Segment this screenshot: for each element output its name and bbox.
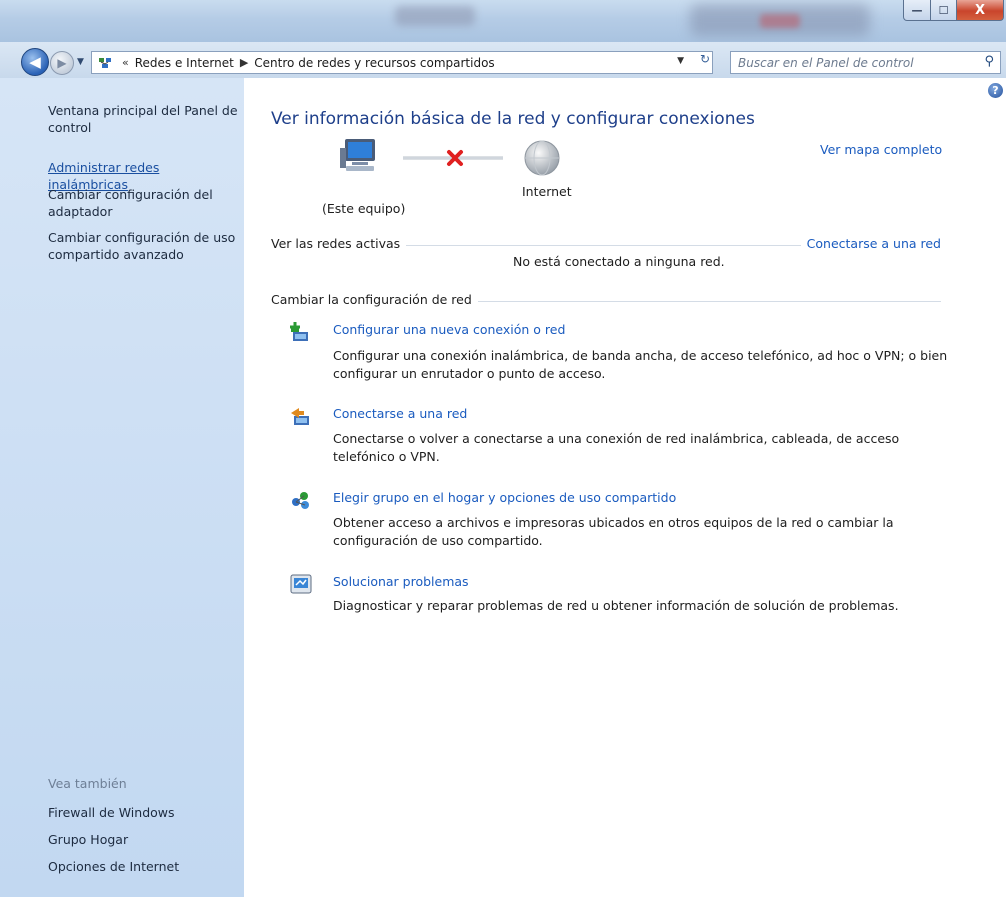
task-troubleshoot-description: Diagnosticar y reparar problemas de red … — [333, 598, 899, 613]
task-new-connection-link[interactable]: Configurar una nueva conexión o red — [333, 322, 565, 337]
close-button[interactable]: X — [956, 0, 1004, 21]
overflow-icon[interactable]: « — [122, 56, 129, 69]
active-networks-section: Ver las redes activas Conectarse a una r… — [271, 236, 941, 254]
sidebar-item-control-panel-home[interactable]: Ventana principal del Panel de control — [48, 102, 240, 136]
new-connection-icon — [290, 322, 308, 341]
page-title: Ver información básica de la red y confi… — [271, 109, 755, 129]
sidebar-item-firewall[interactable]: Firewall de Windows — [48, 804, 240, 821]
minimize-button[interactable]: — — [903, 0, 931, 21]
search-placeholder: Buscar en el Panel de control — [738, 55, 914, 70]
back-button[interactable]: ◀ — [21, 48, 49, 76]
network-icon — [98, 56, 112, 70]
address-bar[interactable]: « Redes e Internet ▶ Centro de redes y r… — [91, 51, 713, 74]
recent-pages-dropdown[interactable]: ▼ — [77, 57, 84, 67]
search-icon[interactable]: ⚲ — [984, 54, 994, 69]
help-icon[interactable]: ? — [988, 83, 1003, 98]
task-homegroup-link[interactable]: Elegir grupo en el hogar y opciones de u… — [333, 490, 676, 505]
title-bar-blur — [760, 14, 800, 28]
search-input[interactable]: Buscar en el Panel de control ⚲ — [730, 51, 1001, 74]
task-troubleshoot-link[interactable]: Solucionar problemas — [333, 574, 469, 589]
title-bar-blur — [395, 6, 475, 26]
sidebar: Ventana principal del Panel de control A… — [0, 78, 244, 897]
computer-icon[interactable] — [340, 138, 380, 174]
change-settings-heading: Cambiar la configuración de red — [271, 292, 478, 307]
sidebar-item-internet-options[interactable]: Opciones de Internet — [48, 858, 240, 875]
sidebar-item-adapter-settings[interactable]: Cambiar configuración del adaptador — [48, 186, 240, 220]
breadcrumb-centro-redes[interactable]: Centro de redes y recursos compartidos — [254, 56, 494, 70]
homegroup-icon — [292, 492, 309, 509]
divider — [401, 245, 811, 246]
task-new-connection-description: Configurar una conexión inalámbrica, de … — [333, 348, 948, 381]
forward-button[interactable]: ▶ — [50, 51, 74, 75]
sidebar-item-homegroup[interactable]: Grupo Hogar — [48, 831, 240, 848]
breadcrumb-redes-internet[interactable]: Redes e Internet — [135, 56, 234, 70]
chevron-down-icon[interactable]: ▼ — [677, 56, 684, 66]
connect-network-icon — [291, 408, 309, 425]
no-connection-status: No está conectado a ninguna red. — [513, 254, 725, 269]
active-networks-heading: Ver las redes activas — [271, 236, 407, 251]
connect-network-link[interactable]: Conectarse a una red — [800, 236, 941, 251]
navigation-bar: ◀ ▶ ▼ « Redes e Internet ▶ Centro de red… — [0, 42, 1006, 78]
error-x-icon — [447, 150, 463, 166]
divider — [471, 301, 941, 302]
task-connect-network-link[interactable]: Conectarse a una red — [333, 406, 467, 421]
change-settings-section: Cambiar la configuración de red — [271, 292, 941, 310]
globe-icon[interactable] — [523, 139, 561, 177]
troubleshoot-icon — [290, 574, 312, 594]
internet-label: Internet — [522, 184, 572, 199]
sidebar-item-sharing-settings[interactable]: Cambiar configuración de uso compartido … — [48, 229, 240, 263]
refresh-icon[interactable]: ↻ — [700, 52, 718, 72]
maximize-button[interactable]: ☐ — [930, 0, 957, 21]
see-full-map-link[interactable]: Ver mapa completo — [820, 142, 942, 157]
title-bar: — ☐ X — [0, 0, 1006, 42]
computer-label: (Este equipo) — [322, 201, 406, 216]
see-also-heading: Vea también — [48, 776, 127, 791]
task-connect-network-description: Conectarse o volver a conectarse a una c… — [333, 431, 900, 464]
chevron-right-icon[interactable]: ▶ — [240, 56, 248, 69]
task-homegroup-description: Obtener acceso a archivos e impresoras u… — [333, 515, 894, 548]
